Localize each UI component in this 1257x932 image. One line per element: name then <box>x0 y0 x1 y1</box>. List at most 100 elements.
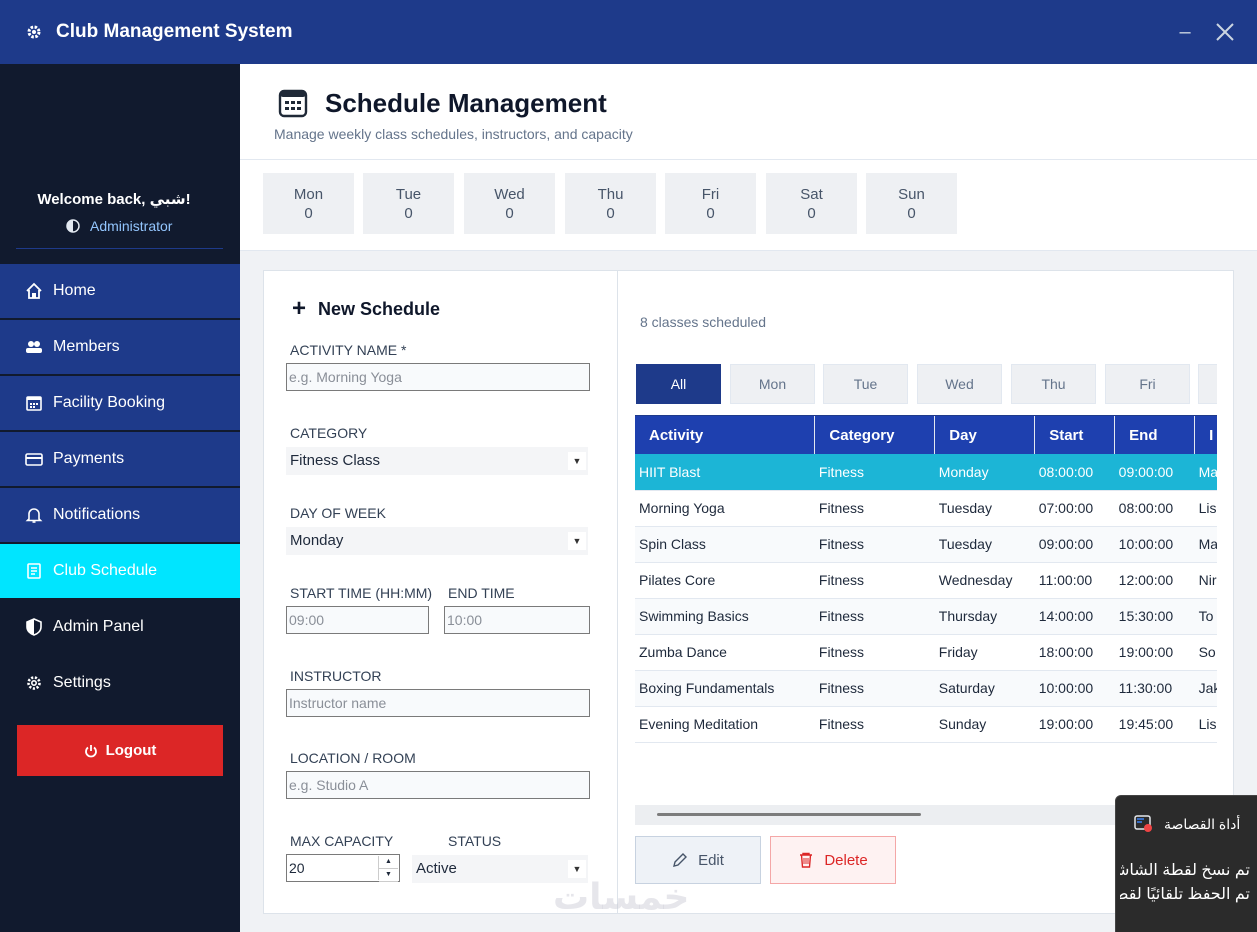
end-time-input[interactable]: 10:00 <box>444 606 590 634</box>
delete-label: Delete <box>824 851 868 869</box>
plus-icon: + <box>292 295 307 322</box>
cell-end: 19:00:00 <box>1114 634 1195 671</box>
cell-instructor: Lis <box>1194 490 1217 527</box>
snipping-tool-toast[interactable]: أداة القصاصة تم نسخ لقطة الشاشة إلى الحا… <box>1115 795 1257 932</box>
capacity-stepper[interactable]: 20 ▲ ▼ <box>286 854 400 882</box>
start-time-input[interactable]: 09:00 <box>286 606 429 634</box>
filter-tab-more[interactable] <box>1198 364 1217 404</box>
minimize-button[interactable]: – <box>1171 18 1199 46</box>
filter-tab-fri[interactable]: Fri <box>1105 364 1190 404</box>
day-card-fri: Fri 0 <box>665 173 756 234</box>
filter-tab-all[interactable]: All <box>636 364 721 404</box>
sidebar-item-label: Admin Panel <box>53 618 144 635</box>
column-header-day[interactable]: Day <box>934 416 1036 454</box>
cell-activity: Swimming Basics <box>635 598 815 635</box>
activity-name-input[interactable]: e.g. Morning Yoga <box>286 363 590 391</box>
day-card-wed: Wed 0 <box>464 173 555 234</box>
filter-tab-thu[interactable]: Thu <box>1011 364 1096 404</box>
card-icon <box>25 450 43 468</box>
stepper-arrows[interactable]: ▲ ▼ <box>378 856 398 882</box>
sidebar-item-notifications[interactable]: Notifications <box>0 488 240 542</box>
day-count: 0 <box>505 205 514 222</box>
cell-instructor: Lis <box>1194 706 1217 743</box>
sidebar-item-label: Notifications <box>53 506 141 523</box>
table-row[interactable]: Swimming Basics Fitness Thursday 14:00:00 15… <box>635 598 1217 635</box>
sidebar-item-facility-booking[interactable]: Facility Booking <box>0 376 240 430</box>
sidebar-item-home[interactable]: Home <box>0 264 240 318</box>
page-subtitle: Manage weekly class schedules, instructo… <box>274 126 633 142</box>
cell-end: 12:00:00 <box>1114 562 1195 599</box>
delete-button[interactable]: Delete <box>770 836 896 884</box>
table-row[interactable]: Pilates Core Fitness Wednesday 11:00:00 12:0… <box>635 562 1217 599</box>
category-label: CATEGORY <box>290 425 368 441</box>
cell-category: Fitness <box>814 634 935 671</box>
table-row[interactable]: Zumba Dance Fitness Friday 18:00:00 19:00:00… <box>635 634 1217 671</box>
day-count: 0 <box>706 205 715 222</box>
home-icon <box>25 282 43 300</box>
cell-category: Fitness <box>814 598 935 635</box>
table-row[interactable]: HIIT Blast Fitness Monday 08:00:00 09:00:00 M… <box>635 454 1217 491</box>
start-time-label: START TIME (HH:MM) <box>290 585 433 601</box>
role-label: Administrator <box>90 218 173 234</box>
cell-start: 14:00:00 <box>1034 598 1115 635</box>
stepper-up-icon[interactable]: ▲ <box>379 856 398 869</box>
column-header-end[interactable]: End <box>1114 416 1196 454</box>
cell-start: 08:00:00 <box>1034 454 1115 491</box>
cell-activity: Spin Class <box>635 526 815 563</box>
close-button[interactable] <box>1211 18 1239 46</box>
day-count: 0 <box>606 205 615 222</box>
sidebar-item-label: Payments <box>53 450 125 467</box>
day-name: Fri <box>701 186 720 203</box>
location-input[interactable]: e.g. Studio A <box>286 771 590 799</box>
sidebar-item-label: Settings <box>53 674 111 691</box>
sidebar: Welcome back, شبي! Administrator Home Me… <box>0 64 240 932</box>
category-select[interactable]: Fitness Class ▼ <box>286 447 588 475</box>
column-header-category[interactable]: Category <box>814 416 936 454</box>
day-count: 0 <box>907 205 916 222</box>
scrollbar-thumb[interactable] <box>657 813 921 816</box>
day-count: 0 <box>404 205 413 222</box>
table-row[interactable]: Spin Class Fitness Tuesday 09:00:00 10:00:00… <box>635 526 1217 563</box>
column-header-activity[interactable]: Activity <box>635 416 816 454</box>
bell-icon <box>25 506 43 524</box>
column-header-start[interactable]: Start <box>1034 416 1116 454</box>
app-title: Club Management System <box>56 21 293 42</box>
schedule-icon <box>25 562 43 580</box>
sidebar-item-admin-panel[interactable]: Admin Panel <box>0 600 240 654</box>
day-card-thu: Thu 0 <box>565 173 656 234</box>
sidebar-item-members[interactable]: Members <box>0 320 240 374</box>
sidebar-item-settings[interactable]: Settings <box>0 656 240 710</box>
calendar-grid-icon <box>278 89 308 118</box>
filter-tab-tue[interactable]: Tue <box>823 364 908 404</box>
cell-instructor: Jak <box>1194 670 1217 707</box>
members-icon <box>25 338 43 356</box>
category-value: Fitness Class <box>290 452 381 469</box>
day-of-week-select[interactable]: Monday ▼ <box>286 527 588 555</box>
logout-button[interactable]: Logout <box>17 725 223 776</box>
cell-category: Fitness <box>814 490 935 527</box>
day-name: Thu <box>597 186 624 203</box>
sidebar-item-club-schedule[interactable]: Club Schedule <box>0 544 240 598</box>
instructor-label: INSTRUCTOR <box>290 668 382 684</box>
table-row[interactable]: Evening Meditation Fitness Sunday 19:00:00 1… <box>635 706 1217 743</box>
day-filter-tabs: All Mon Tue Wed Thu Fri <box>636 364 1217 404</box>
stepper-down-icon[interactable]: ▼ <box>379 869 398 882</box>
sidebar-item-payments[interactable]: Payments <box>0 432 240 486</box>
cell-instructor: So <box>1194 634 1217 671</box>
filter-tab-wed[interactable]: Wed <box>917 364 1002 404</box>
location-label: LOCATION / ROOM <box>290 750 416 766</box>
filter-tab-mon[interactable]: Mon <box>730 364 815 404</box>
column-header-instructor[interactable]: I <box>1194 416 1217 454</box>
table-row[interactable]: Boxing Fundamentals Fitness Saturday 10:00:… <box>635 670 1217 707</box>
cell-category: Fitness <box>814 706 935 743</box>
status-value: Active <box>416 860 457 877</box>
shield-half-icon <box>66 219 80 233</box>
watermark-logo: خمسات <box>553 876 690 917</box>
cell-day: Monday <box>934 454 1035 491</box>
instructor-input[interactable]: Instructor name <box>286 689 590 717</box>
cell-category: Fitness <box>814 670 935 707</box>
table-row[interactable]: Morning Yoga Fitness Tuesday 07:00:00 08:00:… <box>635 490 1217 527</box>
cell-activity: Boxing Fundamentals <box>635 670 815 707</box>
cell-instructor: Ma <box>1194 526 1217 563</box>
shield-icon <box>25 618 43 636</box>
